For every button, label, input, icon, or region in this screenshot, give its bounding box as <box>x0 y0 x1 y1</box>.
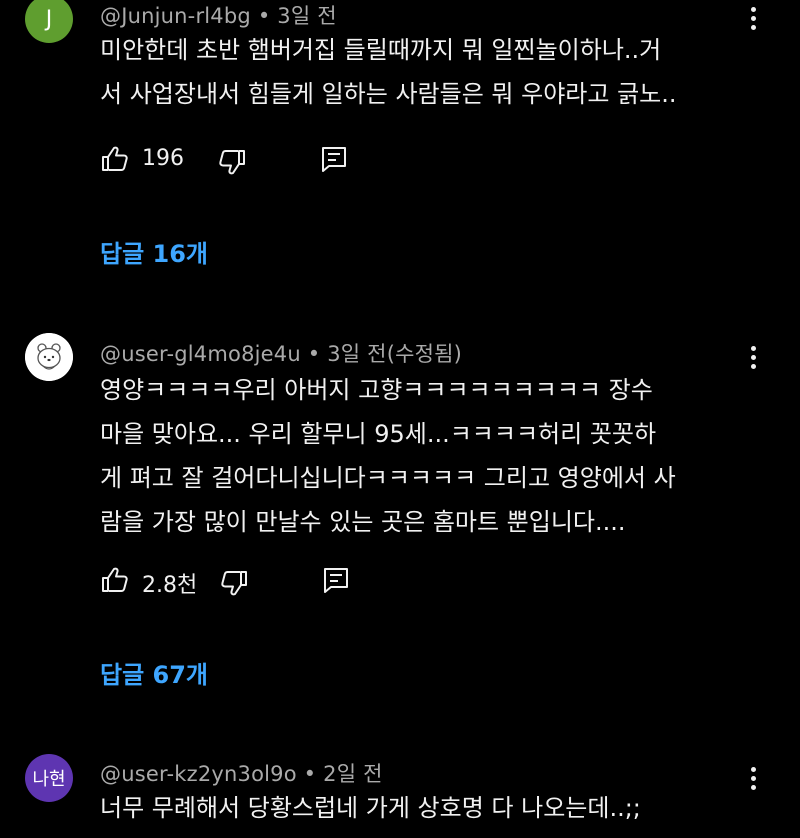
avatar-letter: J <box>45 6 53 32</box>
view-replies-button[interactable]: 답글 67개 <box>100 655 208 690</box>
comment-text-line: 영양ㅋㅋㅋㅋ우리 아버지 고향ㅋㅋㅋㅋㅋㅋㅋㅋㅋ 장수 <box>100 376 653 404</box>
comment-meta: @user-gl4mo8je4u • 3일 전(수정됨) <box>100 338 462 368</box>
thumb-up-icon[interactable] <box>100 565 130 595</box>
avatar-text: 나현 <box>32 769 66 790</box>
comment-actions: 196 <box>100 144 360 176</box>
meta-separator: • <box>257 4 278 28</box>
comment-author[interactable]: @Junjun-rl4bg <box>100 4 251 28</box>
comment-meta: @user-kz2yn3ol9o • 2일 전 <box>100 758 383 788</box>
avatar[interactable] <box>25 333 73 381</box>
comment-time[interactable]: 3일 전(수정됨) <box>327 342 462 366</box>
meta-separator: • <box>307 342 328 366</box>
comment-time[interactable]: 2일 전 <box>323 762 382 786</box>
comment-text-line: 마을 맞아요... 우리 할무니 95세...ㅋㅋㅋㅋ허리 꼿꼿하 <box>100 420 657 448</box>
comment-time[interactable]: 3일 전 <box>277 4 336 28</box>
thumb-down-icon[interactable] <box>217 147 247 177</box>
view-replies-button[interactable]: 답글 16개 <box>100 234 208 269</box>
comment-author[interactable]: @user-gl4mo8je4u <box>100 342 301 366</box>
like-count: 196 <box>142 146 184 171</box>
thumb-up-icon[interactable] <box>100 144 130 174</box>
comment-meta: @Junjun-rl4bg • 3일 전 <box>100 0 337 30</box>
thumb-down-icon[interactable] <box>219 568 249 598</box>
comment-text-line: 미안한데 초반 햄버거집 들릴때까지 뭐 일찐놀이하나..거 <box>100 36 662 64</box>
reply-icon[interactable] <box>321 565 351 595</box>
like-count: 2.8천 <box>142 573 198 598</box>
bear-avatar-image <box>25 333 73 381</box>
comment-text-line: 너무 무례해서 당황스럽네 가게 상호명 다 나오는데..;; <box>100 794 641 822</box>
comment-author[interactable]: @user-kz2yn3ol9o <box>100 762 297 786</box>
meta-separator: • <box>303 762 324 786</box>
comment-text-line: 람을 가장 많이 만날수 있는 곳은 홈마트 뿐입니다.... <box>100 508 626 536</box>
comment-actions: 2.8천 <box>100 565 360 598</box>
comment-text-line: 게 펴고 잘 걸어다니십니다ㅋㅋㅋㅋㅋ 그리고 영양에서 사 <box>100 464 676 492</box>
comment-text: 미안한데 초반 햄버거집 들릴때까지 뭐 일찐놀이하나..거 서 사업장내서 힘… <box>100 28 760 116</box>
comment-text: 너무 무례해서 당황스럽네 가게 상호명 다 나오는데..;; <box>100 786 760 830</box>
reply-icon[interactable] <box>319 144 349 174</box>
comment-text-line: 서 사업장내서 힘들게 일하는 사람들은 뭐 우야라고 긁노.. <box>100 80 677 108</box>
avatar[interactable]: J <box>25 0 73 43</box>
comment-text: 영양ㅋㅋㅋㅋ우리 아버지 고향ㅋㅋㅋㅋㅋㅋㅋㅋㅋ 장수 마을 맞아요... 우리… <box>100 368 760 544</box>
avatar[interactable]: 나현 <box>25 754 73 802</box>
